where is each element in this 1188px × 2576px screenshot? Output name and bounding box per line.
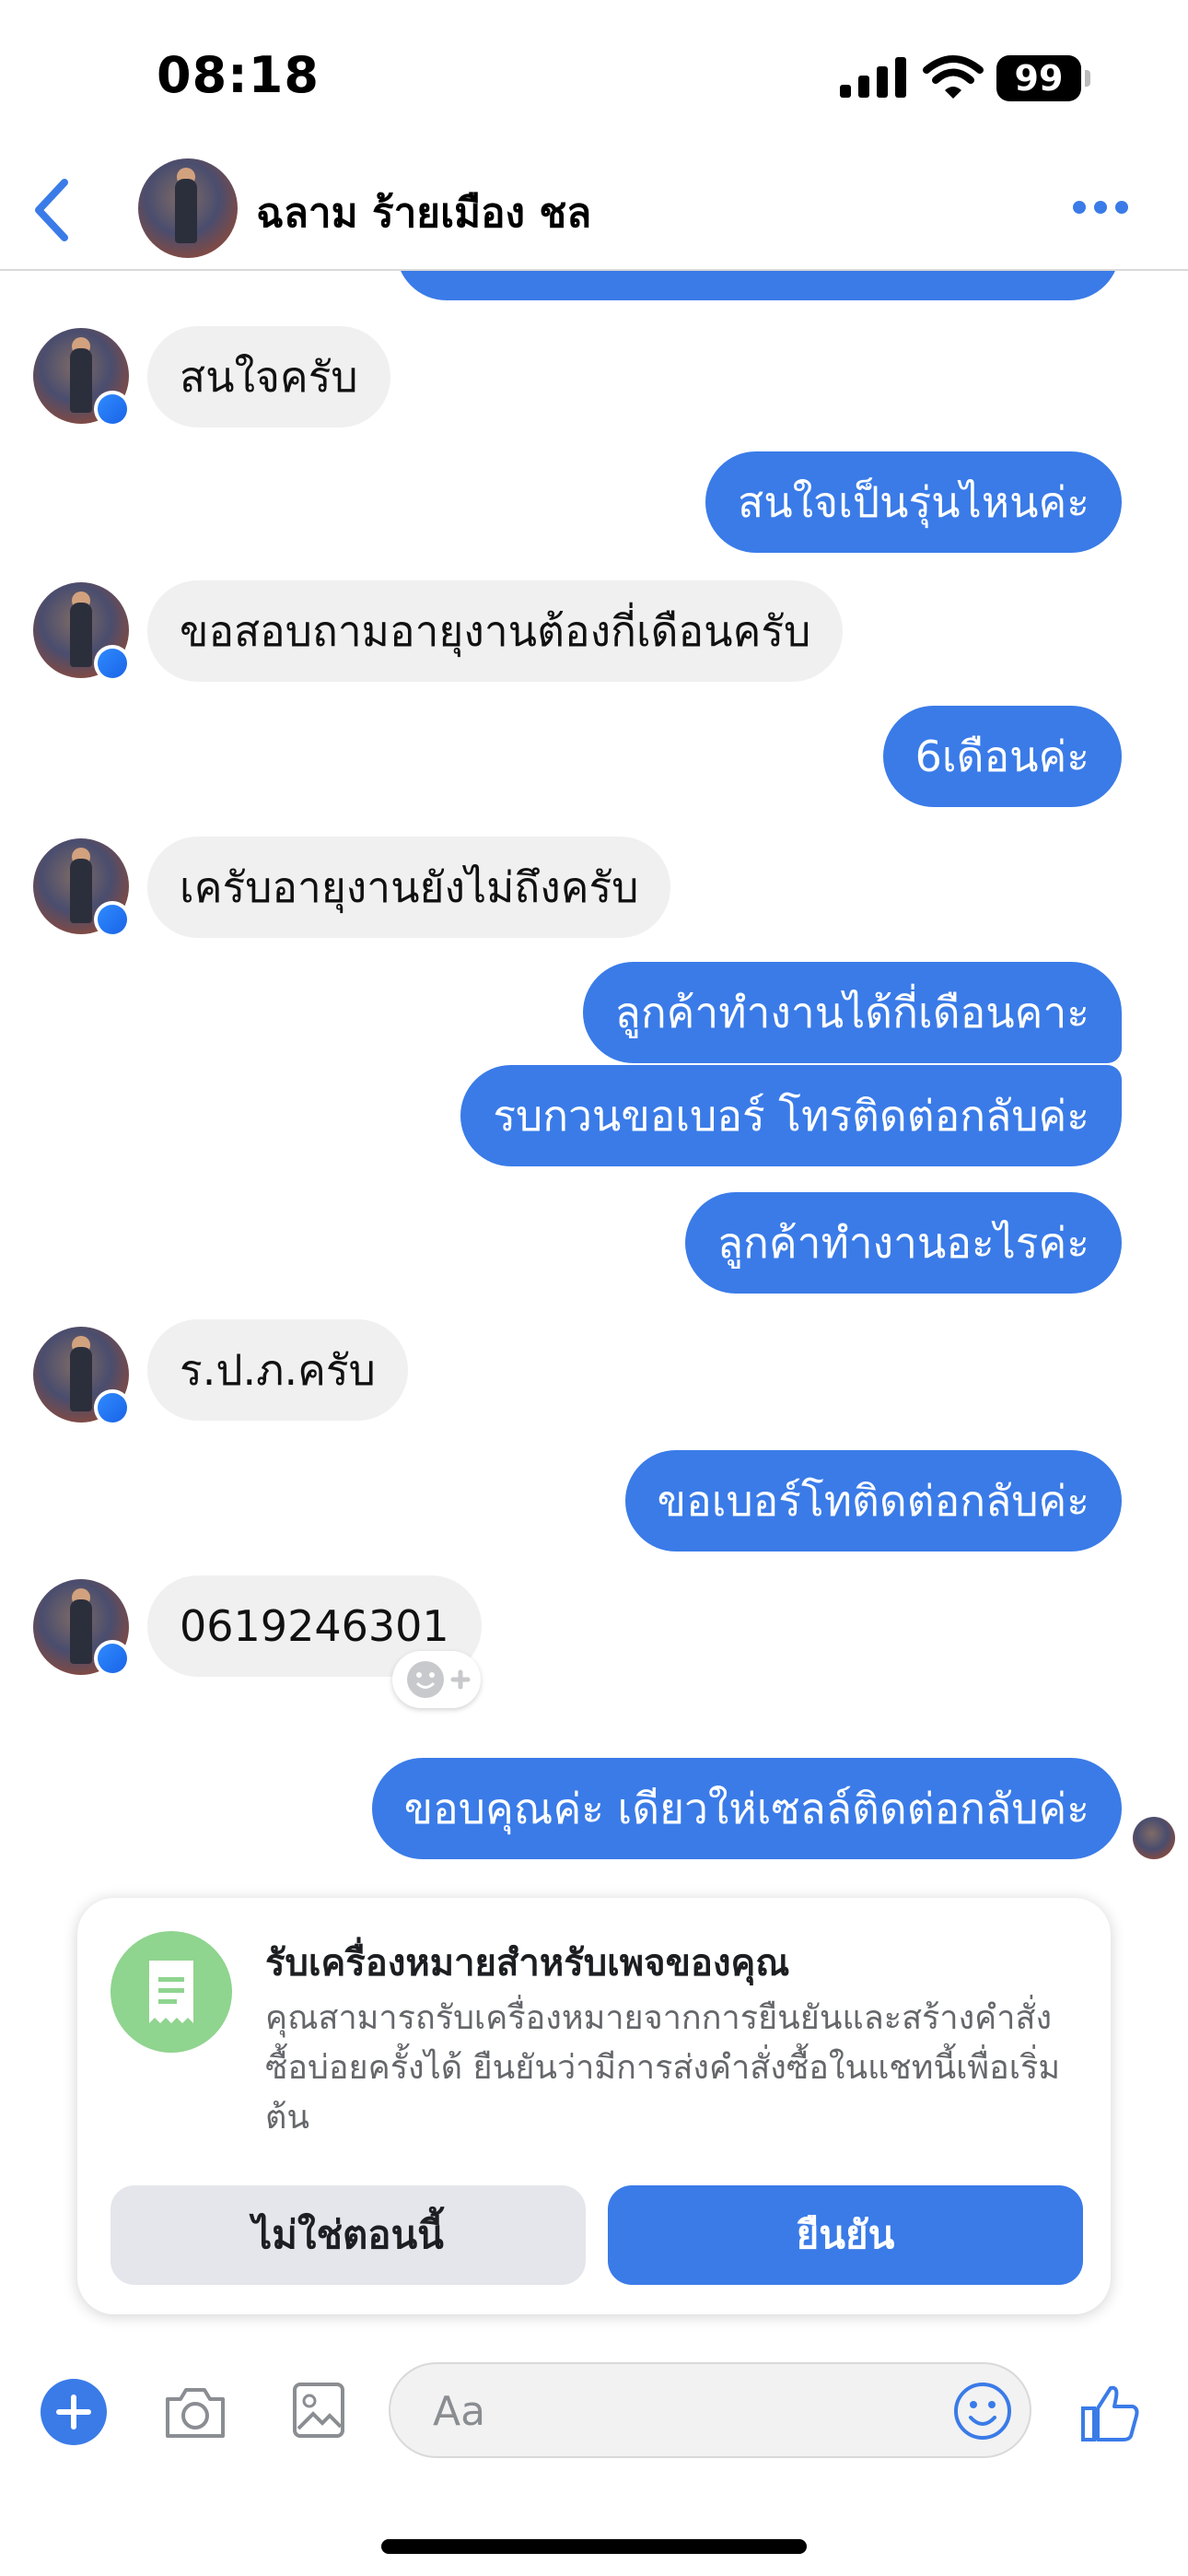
chevron-left-icon — [35, 179, 68, 241]
message-bubble-outgoing[interactable]: รบกวนขอเบอร์ โทรติดต่อกลับค่ะ — [460, 1065, 1122, 1166]
message-input-placeholder: Aa — [433, 2388, 486, 2435]
messenger-badge-icon — [94, 1640, 131, 1677]
emoji-icon — [954, 2383, 1011, 2440]
messenger-badge-icon — [94, 645, 131, 682]
add-reaction-button[interactable] — [392, 1651, 481, 1708]
message-composer: Aa — [0, 2340, 1188, 2488]
thumbs-up-icon — [1081, 2385, 1139, 2441]
contact-avatar[interactable] — [138, 158, 238, 258]
message-bubble-outgoing[interactable]: ลูกค้าทำงานได้กี่เดือนคาะ — [582, 962, 1122, 1063]
card-description: คุณสามารถรับเครื่องหมายจากการยืนยันและสร… — [265, 1999, 1061, 2137]
more-options-button[interactable] — [1068, 184, 1133, 230]
back-button[interactable] — [28, 173, 83, 247]
message-bubble-outgoing[interactable]: 6เดือนค่ะ — [882, 706, 1122, 807]
badge-prompt-card: รับเครื่องหมายสำหรับเพจของคุณ คุณสามารถร… — [77, 1898, 1111, 2314]
not-now-button[interactable]: ไม่ใช่ตอนนี้ — [111, 2185, 586, 2285]
message-bubble-incoming[interactable]: สนใจครับ — [147, 326, 390, 427]
contact-name[interactable]: ฉลาม ร้ายเมือง ชล — [256, 181, 591, 245]
status-time: 08:18 — [157, 46, 320, 104]
confirm-button[interactable]: ยืนยัน — [608, 2185, 1083, 2285]
message-bubble-incoming[interactable]: ร.ป.ภ.ครับ — [147, 1319, 408, 1421]
camera-button[interactable] — [162, 2383, 228, 2445]
like-button[interactable] — [1077, 2381, 1142, 2449]
gallery-button[interactable] — [291, 2381, 346, 2443]
seen-receipt-avatar — [1133, 1817, 1175, 1859]
add-button[interactable] — [41, 2379, 107, 2449]
message-bubble-incoming[interactable]: เครับอายุงานยังไม่ถึงครับ — [147, 837, 671, 938]
message-bubble-incoming[interactable]: ขอสอบถามอายุงานต้องกี่เดือนครับ — [147, 580, 844, 682]
emoji-button[interactable] — [952, 2381, 1013, 2445]
card-title: รับเครื่องหมายสำหรับเพจของคุณ — [265, 1942, 790, 1985]
messenger-badge-icon — [94, 391, 131, 427]
message-bubble-outgoing[interactable]: ขอบคุณค่ะ เดียวให่เซลล์ติดต่อกลับค่ะ — [371, 1758, 1122, 1859]
battery-indicator: 99 — [996, 55, 1090, 101]
camera-icon — [166, 2388, 225, 2438]
more-dots-icon — [1073, 201, 1128, 214]
message-bubble-outgoing[interactable]: ลูกค้าทำงานอะไรค่ะ — [684, 1192, 1122, 1294]
cellular-signal-icon — [840, 57, 910, 101]
home-indicator — [381, 2539, 807, 2554]
add-reaction-icon — [407, 1661, 471, 1698]
messenger-badge-icon — [94, 1389, 131, 1426]
messenger-badge-icon — [94, 901, 131, 938]
battery-cap — [1085, 70, 1090, 87]
plus-icon — [41, 2379, 107, 2445]
message-bubble-outgoing[interactable]: ขอเบอร์โทติดต่อกลับค่ะ — [624, 1450, 1122, 1551]
message-bubble-outgoing[interactable]: สนใจเป็นรุ่นไหนค่ะ — [705, 451, 1122, 553]
chat-header: ฉลาม ร้ายเมือง ชล — [0, 147, 1188, 271]
message-input[interactable]: Aa — [389, 2362, 1031, 2458]
wifi-icon — [923, 55, 984, 103]
receipt-icon — [111, 1931, 232, 2053]
battery-level: 99 — [996, 55, 1081, 101]
image-icon — [293, 2383, 344, 2438]
